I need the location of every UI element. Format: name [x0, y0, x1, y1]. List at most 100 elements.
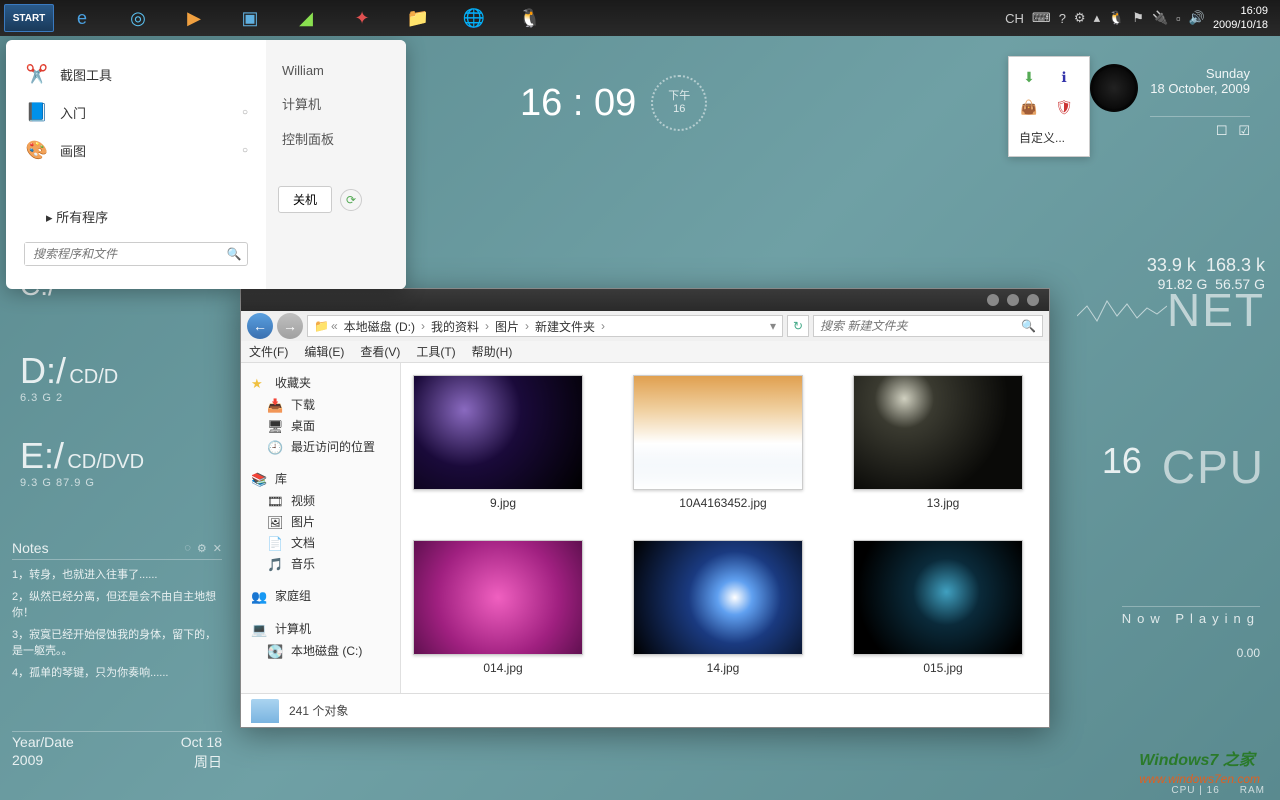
tray-gear-icon[interactable]: ⚙ [1074, 10, 1086, 26]
sidebar-recent[interactable]: 🕘最近访问的位置 [245, 436, 396, 457]
explorer-search[interactable]: 🔍 [813, 315, 1043, 337]
help-icon[interactable]: ? [1059, 11, 1066, 26]
back-button[interactable]: ← [247, 313, 273, 339]
file-name: 10A4163452.jpg [633, 496, 813, 510]
sm-getting-started[interactable]: 📘入门○ [16, 93, 256, 131]
tray-penguin-icon[interactable]: 🐧 [1108, 10, 1124, 26]
breadcrumb-seg[interactable]: 图片 [491, 318, 523, 335]
picture-icon: 🖼 [267, 515, 285, 529]
tray-chevron-up-icon[interactable]: ▴ [1094, 10, 1101, 26]
menu-help[interactable]: 帮助(H) [472, 343, 513, 360]
note-line: 2，纵然已经分离，但还是会不由自主地想你！ [12, 590, 222, 621]
sidebar-favorites[interactable]: ★收藏夹 [245, 371, 396, 394]
maximize-button[interactable] [1007, 294, 1019, 306]
sidebar-homegroup[interactable]: 👥家庭组 [245, 584, 396, 607]
titlebar[interactable] [241, 289, 1049, 311]
video-icon: 🎞 [267, 494, 285, 508]
sm-computer[interactable]: 计算机 [278, 86, 394, 121]
notes-gear-icon[interactable]: ⚙ [197, 542, 207, 555]
taskbar-media-icon[interactable]: ▶ [172, 2, 216, 34]
sidebar-computer[interactable]: 💻计算机 [245, 617, 396, 640]
taskbar-clock[interactable]: 16:09 2009/10/18 [1213, 4, 1268, 33]
sm-control-panel[interactable]: 控制面板 [278, 121, 394, 156]
note-line: 1，转身，也就进入往事了...... [12, 568, 222, 583]
notes-close-icon[interactable]: ✕ [213, 542, 222, 555]
file-name: 14.jpg [633, 661, 813, 675]
search-icon[interactable]: 🔍 [1021, 319, 1036, 333]
sm-user[interactable]: William [278, 55, 394, 86]
sm-all-programs[interactable]: ▸ 所有程序 [16, 199, 256, 234]
taskbar-globe-icon[interactable]: 🌐 [452, 2, 496, 34]
sidebar-drive-c[interactable]: 💽本地磁盘 (C:) [245, 640, 396, 661]
menu-view[interactable]: 查看(V) [360, 343, 400, 360]
taskbar-green-icon[interactable]: ◢ [284, 2, 328, 34]
taskbar-app-icon[interactable]: ▣ [228, 2, 272, 34]
taskbar-ie-icon[interactable]: e [60, 2, 104, 34]
system-tray: CH ⌨ ? ⚙ ▴ 🐧 ⚑ 🔌 ▫ 🔊 16:09 2009/10/18 [1005, 4, 1276, 33]
sidebar-pictures[interactable]: 🖼图片 [245, 511, 396, 532]
breadcrumb-seg[interactable]: 新建文件夹 [531, 318, 599, 335]
tray-customize-link[interactable]: 自定义... [1019, 129, 1079, 146]
volume-icon[interactable]: 🔊 [1189, 10, 1205, 26]
start-button[interactable]: START [4, 4, 54, 32]
sm-paint[interactable]: 🎨画图○ [16, 131, 256, 169]
close-button[interactable] [1027, 294, 1039, 306]
net-graph-icon [1077, 296, 1167, 326]
lang-indicator[interactable]: CH [1005, 11, 1024, 26]
explorer-menubar: 文件(F) 编辑(E) 查看(V) 工具(T) 帮助(H) [241, 341, 1049, 363]
file-thumb[interactable]: 014.jpg [413, 540, 593, 675]
library-icon: 📚 [251, 472, 269, 486]
sidebar-videos[interactable]: 🎞视频 [245, 490, 396, 511]
taskbar-folder-icon[interactable]: 📁 [396, 2, 440, 34]
sm-search-box[interactable]: 🔍 [24, 242, 248, 266]
breadcrumb-seg[interactable]: 本地磁盘 (D:) [340, 318, 419, 335]
homegroup-icon: 👥 [251, 589, 269, 603]
tray-bag-icon[interactable]: 👜 [1019, 97, 1039, 117]
sidebar-libraries[interactable]: 📚库 [245, 467, 396, 490]
drive-e-widget: E:/ CD/DVD 9.3 G 87.9 G [20, 435, 144, 489]
file-thumb[interactable]: 9.jpg [413, 375, 593, 510]
search-icon[interactable]: 🔍 [221, 243, 247, 265]
menu-tools[interactable]: 工具(T) [416, 343, 455, 360]
network-icon[interactable]: ▫ [1176, 11, 1181, 26]
taskbar-maxthon-icon[interactable]: ◎ [116, 2, 160, 34]
file-thumb[interactable]: 015.jpg [853, 540, 1033, 675]
sm-search-input[interactable] [25, 243, 221, 265]
file-thumb[interactable]: 13.jpg [853, 375, 1033, 510]
scissors-icon: ✂️ [24, 61, 50, 87]
taskbar-penguin-icon[interactable]: 🐧 [508, 2, 552, 34]
file-thumb[interactable]: 10A4163452.jpg [633, 375, 813, 510]
now-playing-widget: Now Playing 0.00 [1122, 606, 1260, 660]
sidebar-music[interactable]: 🎵音乐 [245, 553, 396, 574]
drive-icon: 💽 [267, 644, 285, 658]
explorer-search-input[interactable] [820, 319, 1021, 333]
sidebar-documents[interactable]: 📄文档 [245, 532, 396, 553]
tray-info-icon[interactable]: ℹ [1054, 67, 1074, 87]
notes-add-icon[interactable]: ◌ [184, 542, 191, 555]
sidebar-desktop[interactable]: 🖥桌面 [245, 415, 396, 436]
shutdown-options-icon[interactable]: ⟳ [340, 189, 362, 211]
power-icon[interactable]: 🔌 [1152, 10, 1168, 26]
shutdown-button[interactable]: 关机 [278, 186, 332, 213]
computer-icon: 💻 [251, 622, 269, 636]
file-thumb[interactable]: 14.jpg [633, 540, 813, 675]
menu-file[interactable]: 文件(F) [249, 343, 288, 360]
date-gadget: Sunday 18 October, 2009 ☐ ☑ [1150, 66, 1250, 139]
forward-button[interactable]: → [277, 313, 303, 339]
taskbar-wings-icon[interactable]: ✦ [340, 2, 384, 34]
tray-flag-icon[interactable]: ⚑ [1132, 10, 1144, 26]
download-icon: 📥 [267, 398, 285, 412]
address-bar[interactable]: 📁 « 本地磁盘 (D:)› 我的资料› 图片› 新建文件夹› ▾ [307, 315, 783, 337]
menu-edit[interactable]: 编辑(E) [304, 343, 344, 360]
breadcrumb-seg[interactable]: 我的资料 [427, 318, 483, 335]
file-name: 014.jpg [413, 661, 593, 675]
sidebar-downloads[interactable]: 📥下载 [245, 394, 396, 415]
folder-icon: 📁 [314, 319, 329, 333]
minimize-button[interactable] [987, 294, 999, 306]
explorer-statusbar: 241 个对象 [241, 693, 1049, 727]
tray-shield-icon[interactable]: ⬇ [1019, 67, 1039, 87]
sm-snipping-tool[interactable]: ✂️截图工具 [16, 55, 256, 93]
refresh-button[interactable]: ↻ [787, 315, 809, 337]
tray-security-icon[interactable]: 🛡 [1054, 97, 1074, 117]
keyboard-icon[interactable]: ⌨ [1032, 10, 1051, 26]
